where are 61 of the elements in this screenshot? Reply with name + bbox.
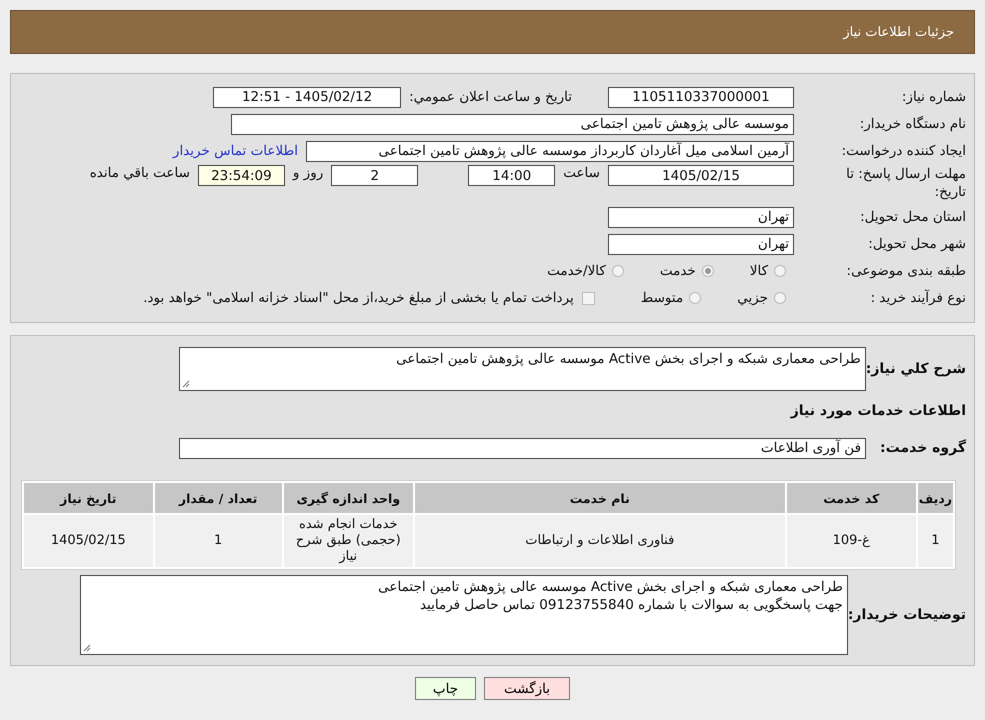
column-header: واحد اندازه گيری: [284, 483, 413, 513]
column-header: کد خدمت: [786, 483, 916, 513]
column-header: رديف: [918, 483, 953, 513]
table-cell: 1: [918, 515, 953, 567]
field-label: طبقه بندی موضوعی:: [846, 263, 967, 279]
field-label: شماره نیاز:: [900, 89, 967, 105]
field-label: ساعت: [562, 165, 601, 181]
field-label: گروه خدمت:: [880, 440, 967, 456]
text-field[interactable]: موسسه عالی پژوهش تامین اجتماعی: [231, 114, 794, 134]
back-button[interactable]: بازگشت: [484, 677, 570, 700]
resize-grip-icon[interactable]: [182, 380, 190, 388]
option-label: متوسط: [640, 290, 684, 306]
field-label: توضيحات خريدار:: [848, 607, 967, 623]
column-header: تعداد / مقدار: [154, 483, 282, 513]
notes-line: جهت پاسخگویی به سوالات با شماره 09123755840 تماس حاصل فرمایید: [420, 596, 843, 614]
field-label: ايجاد کننده درخواست:: [840, 143, 967, 159]
text-field[interactable]: 1105110337000001: [608, 86, 794, 108]
radio-button[interactable]: [689, 292, 702, 304]
resize-grip-icon[interactable]: [82, 644, 91, 652]
field-label: روز و: [291, 165, 324, 181]
field-label: شرح کلي نياز:: [866, 361, 967, 377]
field-label: ساعت باقي مانده: [88, 165, 191, 181]
option-label: جزيي: [737, 290, 768, 306]
description-field[interactable]: طراحی معماری شبکه و اجرای بخش Active موسسه عالی پژوهش تامین اجتماعی: [178, 347, 866, 391]
column-header: نام خدمت: [414, 483, 785, 513]
text-field[interactable]: تهران: [608, 206, 794, 228]
field-label: تاريخ و ساعت اعلان عمومي:: [408, 89, 573, 105]
contact-link[interactable]: اطلاعات تماس خريدار: [164, 143, 306, 159]
field-label: نوع فرآيند خريد :: [870, 290, 967, 306]
service-group-field[interactable]: فن آوری اطلاعات: [179, 438, 866, 458]
payment-note: پرداخت تمام یا بخشی از مبلغ خرید،از محل "اسناد خزانه اسلامی" خواهد بود.: [143, 290, 574, 306]
notes-line: طراحی معماری شبکه و اجرای بخش Active موسسه عالی پژوهش تامین اجتماعی: [378, 578, 843, 596]
print-button[interactable]: چاپ: [415, 677, 476, 700]
option-label: کالا: [750, 263, 768, 279]
text-field[interactable]: 2: [331, 165, 418, 186]
text-field[interactable]: آرمین اسلامی میل آغاردان کاربرداز موسسه عالی پژوهش تامین اجتماعی: [306, 140, 794, 162]
table-cell: فناوری اطلاعات و ارتباطات: [414, 515, 785, 567]
checkbox[interactable]: [582, 292, 595, 304]
radio-button[interactable]: [774, 265, 786, 277]
buyer-notes-field[interactable]: طراحی معماری شبکه و اجرای بخش Active موسسه عالی پژوهش تامین اجتماعی جهت پاسخگویی به سوالات با شماره 09123755840 تماس حاصل فرمایید: [80, 575, 848, 655]
text-field[interactable]: تهران: [608, 234, 794, 254]
text-field[interactable]: 1405/02/15: [608, 165, 794, 186]
text-field[interactable]: 14:00: [468, 165, 556, 186]
option-label: کالا/خدمت: [547, 263, 606, 279]
option-label: خدمت: [660, 263, 696, 279]
radio-button[interactable]: [702, 265, 714, 277]
field-label: مهلت ارسال پاسخ: تا تاریخ:: [845, 165, 967, 201]
table-cell: 1: [154, 515, 282, 567]
radio-button[interactable]: [612, 265, 624, 277]
radio-button[interactable]: [774, 292, 786, 304]
field-label: استان محل تحویل:: [859, 209, 967, 225]
table-cell: غ-109: [786, 515, 916, 567]
field-label: نام دستگاه خريدار:: [858, 116, 967, 132]
column-header: تاريخ نياز: [24, 483, 153, 513]
table-cell: خدمات انجام شده (حجمی) طبق شرح نیاز: [284, 515, 413, 567]
text-field[interactable]: 1405/02/12 - 12:51: [213, 86, 402, 108]
page-header: جزئیات اطلاعات نیاز: [10, 10, 975, 54]
countdown-field[interactable]: 23:54:09: [198, 165, 285, 186]
section-title: اطلاعات خدمات مورد نياز: [790, 403, 967, 419]
table-cell: 1405/02/15: [24, 515, 153, 567]
field-label: شهر محل تحویل:: [867, 236, 967, 252]
